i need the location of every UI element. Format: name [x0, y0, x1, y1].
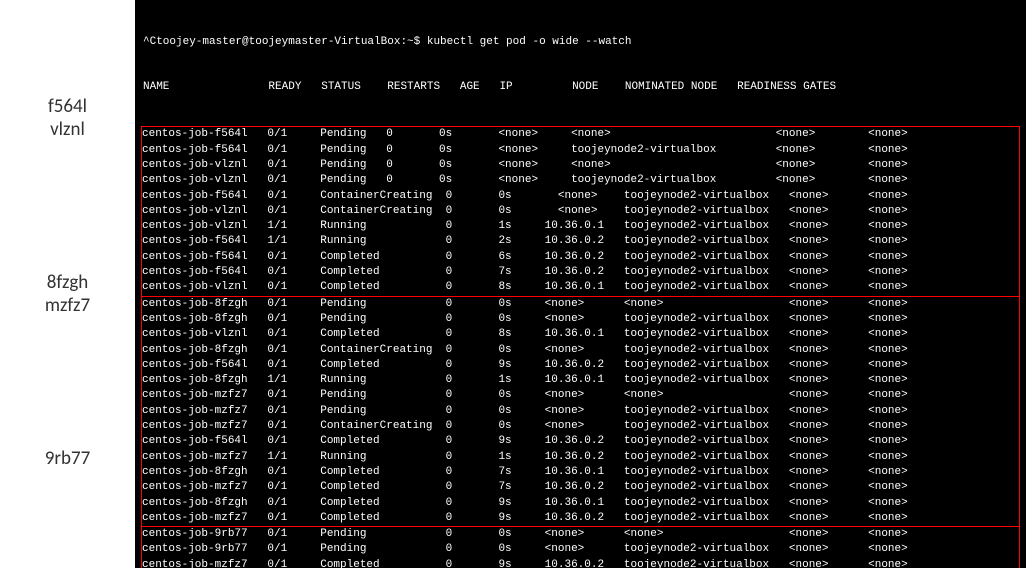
pod-row: centos-job-mzfz7 0/1 Completed 0 9s 10.3… [142, 558, 1019, 568]
label-8fzgh: 8fzgh [47, 271, 89, 294]
label-group-3: 9rb77 [0, 393, 135, 523]
label-9rb77: 9rb77 [45, 447, 91, 470]
pod-row: centos-job-8fzgh 0/1 Completed 0 9s 10.3… [142, 496, 1019, 511]
pod-row: centos-job-9rb77 0/1 Pending 0 0s <none>… [142, 527, 1019, 542]
pod-row: centos-job-f564l 0/1 Completed 0 9s 10.3… [142, 434, 1019, 449]
command-prompt: ^Ctoojey-master@toojeymaster-VirtualBox:… [141, 35, 1020, 50]
pod-row: centos-job-mzfz7 0/1 Completed 0 7s 10.3… [142, 480, 1019, 495]
side-labels: f564l vlznl 8fzgh mzfz7 9rb77 [0, 0, 135, 568]
pod-row: centos-job-mzfz7 0/1 Completed 0 9s 10.3… [142, 511, 1019, 526]
pod-row: centos-job-8fzgh 0/1 Pending 0 0s <none>… [142, 297, 1019, 312]
pod-row: centos-job-f564l 0/1 Pending 0 0s <none>… [142, 127, 1019, 142]
pod-row: centos-job-f564l 0/1 Completed 0 7s 10.3… [142, 265, 1019, 280]
pod-row: centos-job-8fzgh 0/1 Completed 0 7s 10.3… [142, 465, 1019, 480]
pod-row: centos-job-vlznl 0/1 Completed 0 8s 10.3… [142, 327, 1019, 342]
pod-row: centos-job-f564l 0/1 Pending 0 0s <none>… [142, 143, 1019, 158]
pod-row: centos-job-9rb77 0/1 Pending 0 0s <none>… [142, 542, 1019, 557]
pod-section-2: centos-job-9rb77 0/1 Pending 0 0s <none>… [141, 527, 1020, 568]
pod-row: centos-job-vlznl 0/1 Completed 0 8s 10.3… [142, 280, 1019, 295]
pod-row: centos-job-f564l 1/1 Running 0 2s 10.36.… [142, 234, 1019, 249]
label-group-2: 8fzgh mzfz7 [0, 195, 135, 393]
terminal[interactable]: ^Ctoojey-master@toojeymaster-VirtualBox:… [135, 0, 1026, 568]
pod-row: centos-job-f564l 0/1 ContainerCreating 0… [142, 189, 1019, 204]
pod-row: centos-job-f564l 0/1 Completed 0 9s 10.3… [142, 358, 1019, 373]
pod-row: centos-job-vlznl 1/1 Running 0 1s 10.36.… [142, 219, 1019, 234]
pod-row: centos-job-8fzgh 1/1 Running 0 1s 10.36.… [142, 373, 1019, 388]
pod-section-0: centos-job-f564l 0/1 Pending 0 0s <none>… [141, 126, 1020, 296]
pod-row: centos-job-mzfz7 0/1 Pending 0 0s <none>… [142, 404, 1019, 419]
pod-row: centos-job-8fzgh 0/1 ContainerCreating 0… [142, 343, 1019, 358]
pod-row: centos-job-mzfz7 0/1 Pending 0 0s <none>… [142, 388, 1019, 403]
pod-row: centos-job-8fzgh 0/1 Pending 0 0s <none>… [142, 312, 1019, 327]
pod-row: centos-job-mzfz7 1/1 Running 0 1s 10.36.… [142, 450, 1019, 465]
pod-section-1: centos-job-8fzgh 0/1 Pending 0 0s <none>… [141, 297, 1020, 527]
table-header: NAME READY STATUS RESTARTS AGE IP NODE N… [141, 80, 1020, 95]
label-f564l: f564l [48, 95, 87, 118]
pod-row: centos-job-vlznl 0/1 ContainerCreating 0… [142, 204, 1019, 219]
pod-row: centos-job-f564l 0/1 Completed 0 6s 10.3… [142, 250, 1019, 265]
label-mzfz7: mzfz7 [45, 294, 90, 317]
pod-row: centos-job-vlznl 0/1 Pending 0 0s <none>… [142, 173, 1019, 188]
pod-row: centos-job-mzfz7 0/1 ContainerCreating 0… [142, 419, 1019, 434]
label-vlznl: vlznl [50, 118, 85, 141]
label-group-1: f564l vlznl [0, 40, 135, 195]
pod-row: centos-job-vlznl 0/1 Pending 0 0s <none>… [142, 158, 1019, 173]
